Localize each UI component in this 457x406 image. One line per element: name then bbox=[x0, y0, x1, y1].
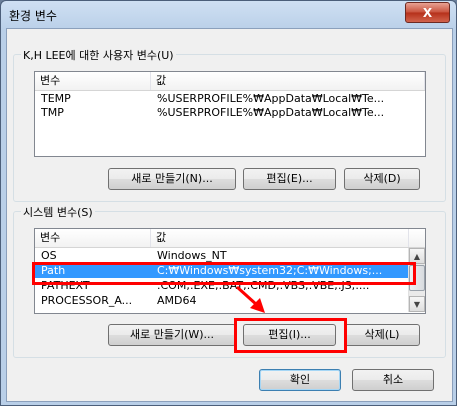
environment-variables-dialog: 환경 변수 X K,H LEE에 대한 사용자 변수(U) 변수 값 TEMP … bbox=[0, 0, 457, 406]
annotation-arrow-icon bbox=[235, 285, 265, 313]
